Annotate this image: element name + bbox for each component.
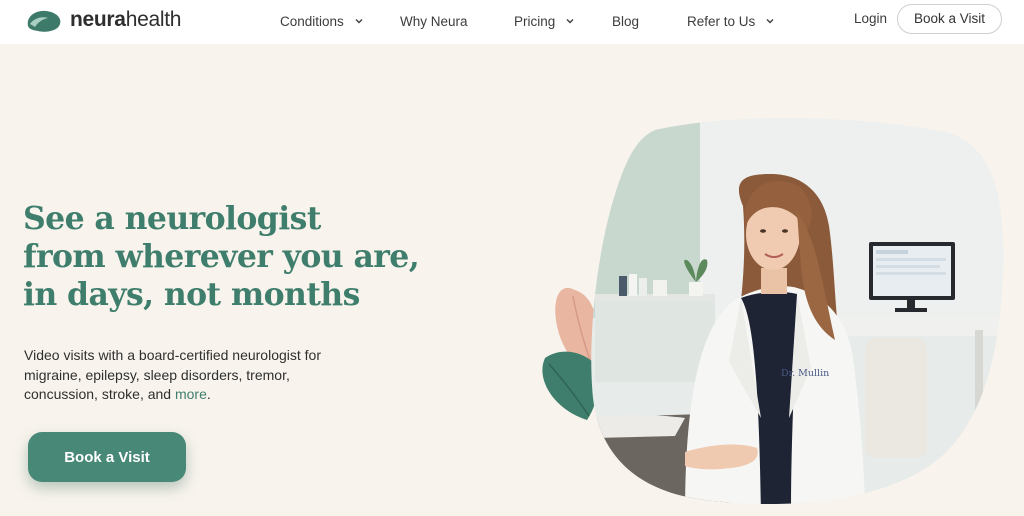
chevron-down-icon: [355, 18, 363, 24]
nav-pricing-label: Pricing: [514, 13, 556, 29]
subcopy-text: Video visits with a board-certified neur…: [24, 347, 322, 402]
brand-name-bold: neura: [70, 8, 126, 31]
nav-blog-label: Blog: [612, 13, 640, 29]
subcopy-end: .: [206, 386, 211, 402]
headline-line-3: in days, not months: [23, 276, 360, 313]
nav-why-neura[interactable]: Why Neura: [400, 11, 468, 31]
book-visit-cta-button[interactable]: Book a Visit: [28, 432, 186, 482]
hero-doctor-image: Dr. Mullin: [542, 118, 1004, 504]
nav-conditions[interactable]: Conditions: [280, 11, 364, 31]
hero-subcopy: Video visits with a board-certified neur…: [24, 346, 354, 405]
nav-refer[interactable]: Refer to Us: [687, 11, 775, 31]
hero-headline: See a neurologist from wherever you are,…: [23, 200, 443, 314]
headline-line-2: from wherever you are,: [23, 238, 420, 275]
coat-badge-text: Dr. Mullin: [781, 368, 829, 379]
nav-blog[interactable]: Blog: [612, 11, 639, 31]
nav-why-neura-label: Why Neura: [400, 13, 468, 29]
brand-name-light: health: [125, 8, 182, 31]
more-conditions-link[interactable]: more: [175, 386, 207, 402]
nav-conditions-label: Conditions: [280, 13, 344, 29]
nav-pricing[interactable]: Pricing: [514, 11, 575, 31]
book-visit-nav-button[interactable]: Book a Visit: [897, 4, 1002, 34]
brand-logo[interactable]: neurahealth: [24, 5, 181, 35]
headline-line-1: See a neurologist: [23, 200, 321, 237]
chevron-down-icon: [766, 18, 774, 24]
login-link[interactable]: Login: [854, 11, 887, 26]
logo-mark-icon: [27, 10, 61, 32]
nav-refer-label: Refer to Us: [687, 13, 756, 29]
top-navbar: neurahealth Conditions Why Neura Pricing…: [0, 0, 1024, 44]
chevron-down-icon: [566, 18, 574, 24]
